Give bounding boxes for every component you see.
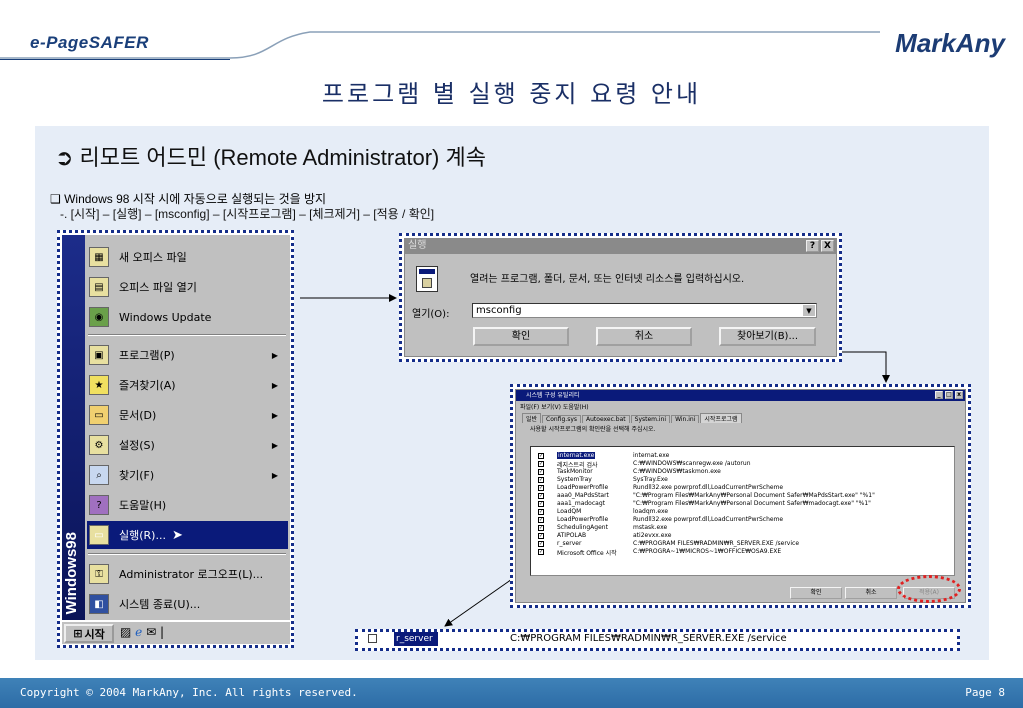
checkbox[interactable]: ✓ [538, 525, 544, 531]
startup-command: C:₩WINDOWS₩scanregw.exe /autorun [633, 460, 751, 467]
highlight-ring [897, 575, 961, 603]
checkbox[interactable]: ✓ [538, 485, 544, 491]
ok-button[interactable]: 확인 [790, 587, 842, 599]
startup-command: mstask.exe [633, 524, 668, 531]
checkbox[interactable]: ✓ [538, 549, 544, 555]
checkbox[interactable]: ✓ [538, 509, 544, 515]
startup-name: SchedulingAgent [557, 524, 608, 531]
startup-command: C:₩PROGRAM FILES₩RADMIN₩R_SERVER.EXE /se… [633, 540, 800, 547]
checkbox[interactable]: ✓ [538, 493, 544, 499]
tab-win-ini[interactable]: Win.ini [671, 415, 700, 423]
footer: Copyright © 2004 MarkAny, Inc. All right… [0, 678, 1023, 708]
tab-system-ini[interactable]: System.ini [630, 415, 671, 423]
startup-command: "C:₩Program Files₩MarkAny₩Personal Docum… [633, 500, 871, 507]
close-button[interactable]: x [955, 391, 963, 399]
page-number: Page 8 [965, 686, 1005, 699]
tab-autoexec[interactable]: Autoexec.bat [582, 415, 630, 423]
minimize-button[interactable]: _ [935, 391, 943, 399]
startup-name: Microsoft Office 시작 [557, 550, 617, 557]
startup-command: ati2evxx.exe [633, 532, 672, 539]
r-server-name: r_server [394, 632, 438, 646]
startup-command: loadqm.exe [633, 508, 669, 515]
startup-command: SysTray.Exe [633, 476, 668, 483]
help-button[interactable]: ? [806, 240, 819, 252]
startup-name: aaa1_madocagt [557, 500, 605, 507]
run-program-icon [416, 266, 438, 292]
startup-name: internat.exe [557, 452, 596, 459]
startup-name: ATIPOLAB [557, 532, 587, 539]
sysconfig-menubar[interactable]: 파일(F) 보기(V) 도움말(H) [520, 402, 589, 411]
startup-name: TaskMonitor [557, 468, 593, 475]
copyright: Copyright © 2004 MarkAny, Inc. All right… [20, 686, 358, 699]
run-dialog-titlebar: 실행 ? X [404, 238, 837, 254]
startup-name: SystemTray [557, 476, 592, 483]
tab-general[interactable]: 일반 [522, 413, 542, 423]
checkbox[interactable]: ✓ [538, 541, 544, 547]
chevron-down-icon[interactable]: ▼ [803, 305, 815, 316]
cancel-button[interactable]: 취소 [845, 587, 897, 599]
startup-command: Rundll32.exe powrprof.dll,LoadCurrentPwr… [633, 516, 784, 523]
startup-command: C:₩PROGRA~1₩MICROS~1₩OFFICE₩OSA9.EXE [633, 548, 782, 555]
browse-button[interactable]: 찾아보기(B)... [719, 327, 816, 346]
tab-startup[interactable]: 시작프로그램 [700, 413, 742, 423]
maximize-button[interactable]: □ [945, 391, 953, 399]
checkbox[interactable]: ✓ [538, 461, 544, 467]
checkbox[interactable]: ✓ [538, 469, 544, 475]
ok-button[interactable]: 확인 [473, 327, 569, 346]
startup-name: LoadQM [557, 508, 582, 515]
close-button[interactable]: X [821, 240, 834, 252]
startup-name: LoadPowerProfile [557, 516, 609, 523]
startup-command: Rundll32.exe powrprof.dll,LoadCurrentPwr… [633, 484, 784, 491]
cancel-button[interactable]: 취소 [596, 327, 692, 346]
startup-command: C:₩WINDOWS₩taskmon.exe [633, 468, 721, 475]
r-server-command: C:₩PROGRAM FILES₩RADMIN₩R_SERVER.EXE /se… [510, 633, 787, 644]
checkbox[interactable]: ✓ [538, 533, 544, 539]
checkbox[interactable]: ✓ [538, 453, 544, 459]
startup-command: "C:₩Program Files₩MarkAny₩Personal Docum… [633, 492, 875, 499]
checkbox[interactable]: ✓ [538, 501, 544, 507]
unchecked-checkbox[interactable] [368, 634, 377, 643]
startup-name: r_server [557, 540, 582, 547]
run-command-input[interactable]: msconfig ▼ [472, 303, 817, 318]
sysconfig-titlebar: 시스템 구성 유틸리티 _ □ x [516, 390, 965, 401]
sysconfig-tabs: 일반 Config.sys Autoexec.bat System.ini Win.in… [522, 413, 743, 423]
checkbox[interactable]: ✓ [538, 477, 544, 483]
open-label: 열기(O): [412, 309, 450, 320]
sysconfig-description: 사용할 시작프로그램의 확인란을 선택해 주십시오. [530, 426, 656, 433]
run-prompt: 열려는 프로그램, 폴더, 문서, 또는 인터넷 리소스를 입력하십시오. [470, 274, 745, 285]
tab-config-sys[interactable]: Config.sys [542, 415, 582, 423]
startup-command: internat.exe [633, 452, 670, 459]
startup-name: aaa0_MaPdsStart [557, 492, 609, 499]
checkbox[interactable]: ✓ [538, 517, 544, 523]
startup-name: LoadPowerProfile [557, 484, 609, 491]
